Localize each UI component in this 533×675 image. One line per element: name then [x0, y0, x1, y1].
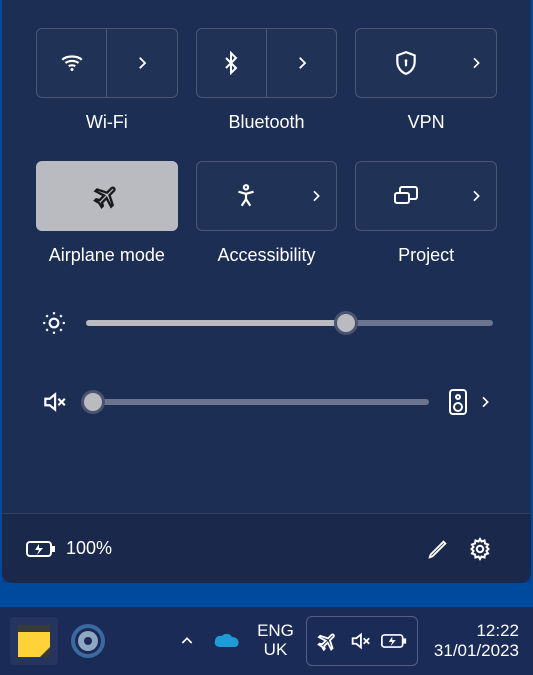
wifi-expand[interactable]: [107, 29, 176, 97]
wifi-icon: [59, 50, 85, 76]
tile-accessibility-label: Accessibility: [217, 245, 315, 266]
volume-muted-icon: [40, 389, 68, 415]
pencil-icon: [427, 538, 449, 560]
accessibility-icon: [233, 183, 259, 209]
panel-footer: 100%: [2, 513, 531, 583]
tile-vpn-label: VPN: [408, 112, 445, 133]
tile-airplane[interactable]: [36, 161, 178, 231]
sliders-area: [2, 266, 531, 436]
clock-date: 31/01/2023: [434, 641, 519, 661]
project-toggle[interactable]: [356, 162, 456, 230]
tile-project-label: Project: [398, 245, 454, 266]
brightness-icon: [40, 310, 68, 336]
tile-project-wrap: Project: [355, 161, 497, 266]
accessibility-expand[interactable]: [296, 188, 336, 204]
audio-output-icon[interactable]: [447, 388, 469, 416]
vpn-expand[interactable]: [456, 55, 496, 71]
battery-charging-icon: [381, 632, 407, 650]
tile-wifi-label: Wi-Fi: [86, 112, 128, 133]
chevron-right-icon: [308, 188, 324, 204]
lang-code: ENG: [257, 622, 294, 641]
lang-region: UK: [257, 641, 294, 660]
gear-icon: [468, 537, 492, 561]
tray-onedrive[interactable]: [209, 617, 245, 665]
accessibility-toggle[interactable]: [197, 162, 297, 230]
tile-wifi-wrap: Wi-Fi: [36, 28, 178, 133]
battery-status[interactable]: 100%: [26, 538, 112, 559]
volume-muted-icon: [349, 630, 371, 652]
taskbar-app-settings[interactable]: [64, 617, 112, 665]
vpn-toggle[interactable]: [356, 29, 456, 97]
tile-airplane-wrap: Airplane mode: [36, 161, 178, 266]
volume-expand[interactable]: [477, 394, 493, 410]
taskbar: ENG UK 12:22 31/01/2023: [0, 607, 533, 675]
brightness-row: [40, 310, 493, 336]
airplane-toggle[interactable]: [37, 162, 177, 230]
settings-app-icon: [68, 621, 108, 661]
tile-project[interactable]: [355, 161, 497, 231]
language-switcher[interactable]: ENG UK: [251, 617, 300, 665]
brightness-slider[interactable]: [86, 313, 493, 333]
onedrive-icon: [213, 631, 241, 651]
quick-tiles-grid: Wi-Fi Bluetooth: [2, 0, 531, 266]
sticky-notes-icon: [16, 623, 52, 659]
tile-bluetooth[interactable]: [196, 28, 338, 98]
tile-accessibility[interactable]: [196, 161, 338, 231]
wifi-toggle[interactable]: [37, 29, 106, 97]
airplane-icon: [317, 630, 339, 652]
system-tray-quick[interactable]: [306, 616, 418, 666]
bluetooth-icon: [219, 51, 243, 75]
tile-wifi[interactable]: [36, 28, 178, 98]
tile-airplane-label: Airplane mode: [49, 245, 165, 266]
volume-row: [40, 388, 493, 416]
tile-vpn[interactable]: [355, 28, 497, 98]
project-expand[interactable]: [456, 188, 496, 204]
chevron-up-icon: [179, 633, 195, 649]
battery-charging-icon: [26, 539, 56, 559]
bluetooth-expand[interactable]: [267, 29, 336, 97]
taskbar-app-stickynotes[interactable]: [10, 617, 58, 665]
chevron-right-icon: [468, 55, 484, 71]
quick-settings-panel: Wi-Fi Bluetooth: [2, 0, 531, 583]
chevron-right-icon: [468, 188, 484, 204]
project-icon: [392, 184, 420, 208]
bluetooth-toggle[interactable]: [197, 29, 266, 97]
battery-percent: 100%: [66, 538, 112, 559]
tile-accessibility-wrap: Accessibility: [196, 161, 338, 266]
taskbar-clock[interactable]: 12:22 31/01/2023: [424, 617, 523, 665]
tray-overflow-button[interactable]: [171, 617, 203, 665]
tile-bluetooth-label: Bluetooth: [228, 112, 304, 133]
chevron-right-icon: [293, 54, 311, 72]
edit-quick-settings-button[interactable]: [417, 528, 459, 570]
clock-time: 12:22: [434, 621, 519, 641]
volume-slider[interactable]: [86, 392, 429, 412]
settings-button[interactable]: [459, 528, 501, 570]
vpn-shield-icon: [393, 50, 419, 76]
chevron-right-icon: [133, 54, 151, 72]
airplane-icon: [93, 182, 121, 210]
tile-vpn-wrap: VPN: [355, 28, 497, 133]
tile-bluetooth-wrap: Bluetooth: [196, 28, 338, 133]
